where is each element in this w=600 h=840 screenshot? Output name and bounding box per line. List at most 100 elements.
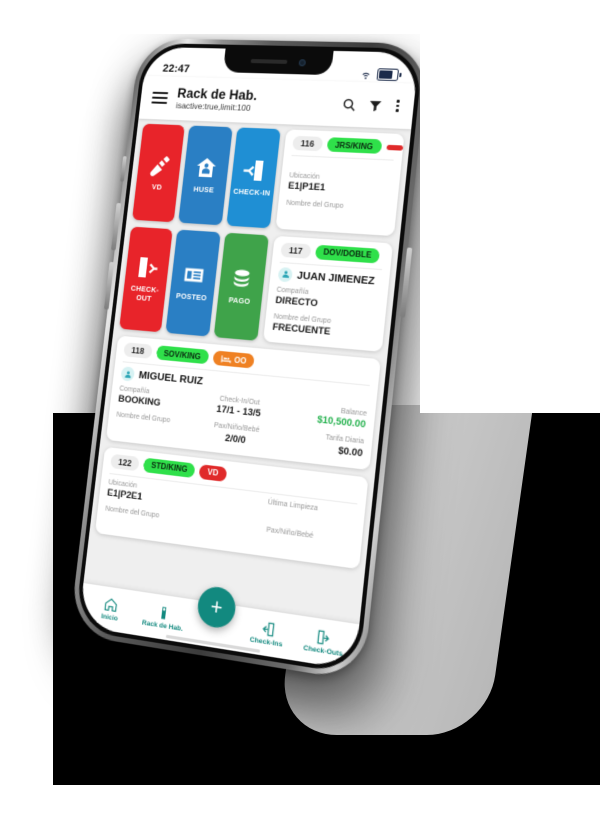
nav-item-inicio[interactable]: Inicio (86, 593, 135, 625)
room-number: 116 (292, 135, 323, 152)
pax-value (226, 530, 353, 560)
action-tile-pago[interactable]: PAGO (213, 232, 269, 341)
action-tile-label: CHECK-OUT (130, 283, 160, 303)
guest-name: JUAN JIMENEZ (296, 268, 376, 287)
kebab-menu-icon[interactable] (394, 99, 402, 112)
limpieza-cell: Última Limpieza (229, 493, 357, 532)
room-card-117[interactable]: 117 DOV/DOBLE JUAN JIMENEZ Compañía DIRE… (263, 235, 394, 352)
action-tile-vd[interactable]: VD (132, 123, 186, 222)
coins-icon (233, 269, 251, 288)
room-type-badge: JRS/KING (326, 137, 382, 154)
person-icon (281, 270, 289, 278)
room-card-116[interactable]: 116 JRS/KING Ubicación E1|P1E1 Nombre de… (275, 129, 405, 236)
limpieza-label: Última Limpieza (267, 498, 319, 512)
phone-screen: 22:47 Rack de Hab. isactive:true,limit:1… (78, 46, 420, 671)
person-icon (124, 370, 131, 378)
filter-funnel-icon[interactable] (367, 97, 384, 113)
door-hanger-icon (161, 606, 167, 620)
action-tiles-row-2: CHECK-OUT POSTEO PAGO (119, 226, 269, 341)
ubicacion-value: E1|P1E1 (287, 180, 326, 194)
room-status-badge (385, 144, 403, 151)
limpieza-value (229, 503, 356, 533)
grupo-cell: Nombre del Grupo (114, 411, 193, 442)
action-tile-label: CHECK-IN (232, 186, 271, 198)
nav-item-check-outs[interactable]: Check-Outs (297, 625, 351, 659)
avatar (277, 266, 294, 282)
balance-value: $10,500.00 (316, 414, 367, 432)
check-out-door-icon (315, 628, 333, 648)
grupo-cell: Nombre del Grupo (103, 504, 224, 543)
app-bar-titles: Rack de Hab. isactive:true,limit:100 (175, 85, 333, 116)
grupo-value (284, 208, 388, 227)
ubicacion-label: Ubicación (288, 172, 320, 181)
nav-item-rack-de-hab[interactable]: Rack de Hab. (138, 601, 189, 633)
search-icon[interactable] (341, 96, 358, 112)
card-spacer (290, 160, 393, 176)
tarifa-cell: Tarifa Diaria $0.00 (279, 428, 365, 461)
room-number: 117 (280, 241, 312, 259)
avatar (120, 366, 136, 382)
status-bar-clock: 22:47 (162, 62, 191, 76)
rack-row-1: VD HUSE CHECK-IN 116 JRS/KING Ubicación … (132, 123, 405, 236)
action-tile-label: VD (151, 181, 163, 192)
check-out-door-icon (137, 256, 159, 279)
check-in-door-icon (242, 159, 264, 181)
nav-label: Inicio (100, 612, 119, 623)
add-fab-button[interactable]: + (195, 584, 238, 631)
bed-icon (220, 355, 232, 363)
detail-grid-bottom: Nombre del Grupo Pax/Niño/Bebé (103, 504, 354, 560)
room-card-122[interactable]: 122 STD/KING VD Ubicación E1|P2E1 Última… (94, 446, 369, 570)
action-tile-label: PAGO (228, 295, 251, 307)
guest-name: MIGUEL RUIZ (138, 368, 204, 388)
room-badges: 117 DOV/DOBLE (280, 241, 384, 264)
rack-list[interactable]: VD HUSE CHECK-IN 116 JRS/KING Ubicación … (83, 118, 412, 625)
compania-value: DIRECTO (274, 294, 319, 310)
compania-cell: Compañía BOOKING (117, 384, 196, 415)
occupancy-label: OO (233, 354, 247, 366)
home-indicator (165, 634, 261, 653)
nav-label: Rack de Hab. (141, 619, 184, 634)
house-icon (195, 157, 217, 178)
room-number: 118 (123, 342, 153, 359)
room-number: 122 (110, 453, 140, 471)
rack-row-2: CHECK-OUT POSTEO PAGO 117 DOV/DOBLE JUAN… (119, 226, 394, 352)
action-tile-huse[interactable]: HUSE (178, 125, 233, 225)
action-tile-label: POSTEO (175, 291, 208, 303)
pax-cell: Pax/Niño/Bebé (226, 520, 354, 560)
hamburger-menu-icon[interactable] (151, 91, 169, 105)
action-tile-check-out[interactable]: CHECK-OUT (119, 226, 174, 333)
front-camera-icon (298, 58, 306, 66)
balance-label: Balance (340, 407, 368, 418)
status-bar-indicators (359, 68, 400, 82)
earpiece-speaker (250, 59, 287, 64)
action-tile-label: HUSE (193, 184, 215, 195)
tarifa-value: $0.00 (337, 444, 364, 460)
compania-label: Compañía (276, 285, 309, 296)
fab-slot (193, 622, 236, 629)
receipt-icon (184, 268, 204, 283)
nav-label: Check-Outs (302, 644, 343, 659)
broom-icon (149, 155, 170, 177)
action-tile-check-in[interactable]: CHECK-IN (226, 127, 281, 228)
room-occupancy-badge: OO (212, 350, 255, 369)
balance-cell: Balance $10,500.00 (282, 401, 367, 433)
pax-label: Pax/Niño/Bebé (265, 526, 314, 540)
nav-item-check-ins[interactable]: Check-Ins (241, 617, 294, 650)
room-badges: 116 JRS/KING (292, 135, 403, 155)
card-divider (279, 261, 383, 270)
room-type-badge: DOV/DOBLE (314, 244, 381, 264)
room-card-118[interactable]: 118 SOV/KING OO MIGUEL RUIZ Compañía BOO… (106, 335, 381, 470)
pax-cell: Pax/Niño/Bebé 2/0/0 (195, 419, 277, 451)
guest: JUAN JIMENEZ (277, 266, 382, 288)
action-tile-posteo[interactable]: POSTEO (165, 229, 221, 337)
grupo-label: Nombre del Grupo (273, 312, 332, 325)
notch (222, 48, 334, 76)
app-bar-actions (341, 96, 402, 113)
wifi-icon (361, 72, 370, 80)
room-type-badge: SOV/KING (155, 345, 210, 365)
grupo-label: Nombre del Grupo (285, 199, 344, 211)
grupo-value: FRECUENTE (271, 321, 331, 338)
room-status-badge: VD (199, 463, 227, 482)
phone-device: 22:47 Rack de Hab. isactive:true,limit:1… (56, 37, 449, 735)
action-tiles-row-1: VD HUSE CHECK-IN (132, 123, 281, 228)
